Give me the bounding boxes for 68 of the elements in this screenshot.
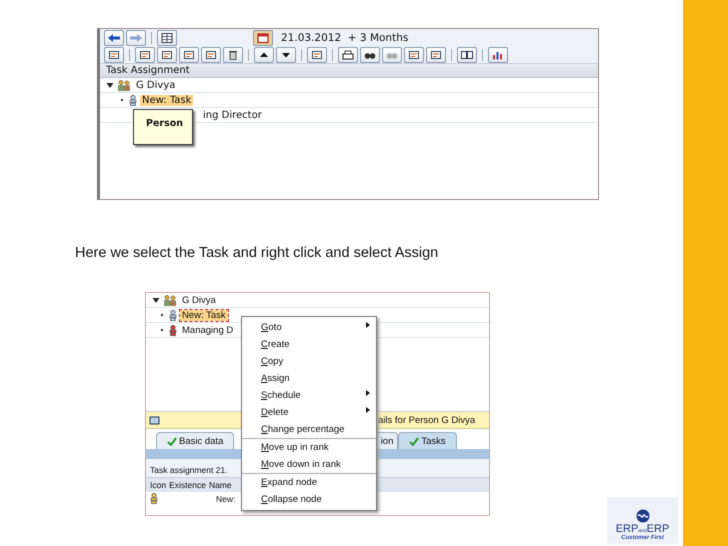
toolbar-button[interactable] <box>104 30 124 46</box>
toolbar-button[interactable] <box>223 46 243 62</box>
logo-text: ERP <box>646 523 670 535</box>
toolbar-button[interactable] <box>276 46 296 62</box>
forward-icon <box>128 32 144 44</box>
menu-item[interactable]: Schedule <box>242 387 376 404</box>
toolbar-button[interactable] <box>338 46 358 62</box>
toolbar-button[interactable] <box>360 46 380 62</box>
printer-icon <box>340 48 356 60</box>
table-cell: New: <box>216 494 236 504</box>
check-icon <box>167 436 177 446</box>
menu-item[interactable]: Delete <box>242 404 376 421</box>
tree-item[interactable]: Managing D <box>180 324 236 336</box>
menu-item[interactable]: Collapse node <box>242 491 376 508</box>
person-icon <box>150 493 158 504</box>
menu-item[interactable]: Goto <box>242 319 376 336</box>
document-icon <box>137 48 153 60</box>
panel-title: Task Assignment <box>100 63 598 78</box>
toolbar-button[interactable] <box>201 46 221 62</box>
submenu-arrow-icon <box>366 390 370 396</box>
calendar-icon <box>255 32 271 44</box>
columns-icon <box>459 48 475 60</box>
toolbar-button[interactable] <box>307 46 327 62</box>
toolbar-button[interactable] <box>104 46 124 62</box>
menu-item[interactable]: Copy <box>242 353 376 370</box>
toolbar-button[interactable] <box>254 46 274 62</box>
column-header: Name <box>208 480 232 490</box>
tab[interactable]: Basic data <box>156 432 234 449</box>
person-icon <box>129 94 137 106</box>
logo-icon <box>634 509 652 523</box>
tree-item[interactable]: New: Task <box>180 310 228 320</box>
toolbar-button[interactable] <box>404 46 424 62</box>
toolbar-button[interactable] <box>157 30 177 46</box>
date-range: 21.03.2012 + 3 Months <box>281 32 408 44</box>
menu-item[interactable]: Create <box>242 336 376 353</box>
menu-item[interactable]: Move up in rank <box>242 438 376 456</box>
tree-item[interactable]: ing Director <box>201 110 264 120</box>
check-icon <box>409 436 420 446</box>
expand-arrow-icon[interactable] <box>152 296 160 304</box>
tab[interactable]: Tasks <box>398 432 457 449</box>
person-icon <box>169 324 177 336</box>
tree-item[interactable]: G Divya <box>134 80 178 90</box>
people-icon <box>163 294 177 306</box>
column-header: Icon <box>150 480 166 490</box>
people-icon <box>117 80 131 90</box>
toolbar-button[interactable] <box>457 46 477 62</box>
toolbar-button[interactable] <box>179 46 199 62</box>
info-text: ails for Person G Divya <box>378 414 476 426</box>
tree-item[interactable]: G Divya <box>180 294 218 306</box>
menu-item[interactable]: Move down in rank <box>242 456 376 473</box>
tooltip: Person <box>133 109 193 145</box>
menu-item[interactable]: Expand node <box>242 473 376 491</box>
toolbar-button[interactable] <box>253 30 273 46</box>
logo-text: ERP <box>616 523 638 535</box>
toolbar-button[interactable] <box>488 46 508 62</box>
column-header: Existence <box>169 480 206 490</box>
menu-item[interactable]: Assign <box>242 370 376 387</box>
caption: Here we select the Task and right click and select Assign <box>75 245 440 261</box>
tree-item[interactable]: New: Task <box>140 94 194 106</box>
toolbar-button[interactable] <box>426 46 446 62</box>
submenu-arrow-icon <box>366 322 370 328</box>
submenu-arrow-icon <box>366 407 370 413</box>
expand-arrow-icon[interactable] <box>106 82 114 88</box>
toolbar-button[interactable] <box>157 46 177 62</box>
person-icon <box>169 310 177 320</box>
layout-icon <box>159 32 175 44</box>
back-icon <box>106 32 122 44</box>
toolbar-button[interactable] <box>135 46 155 62</box>
